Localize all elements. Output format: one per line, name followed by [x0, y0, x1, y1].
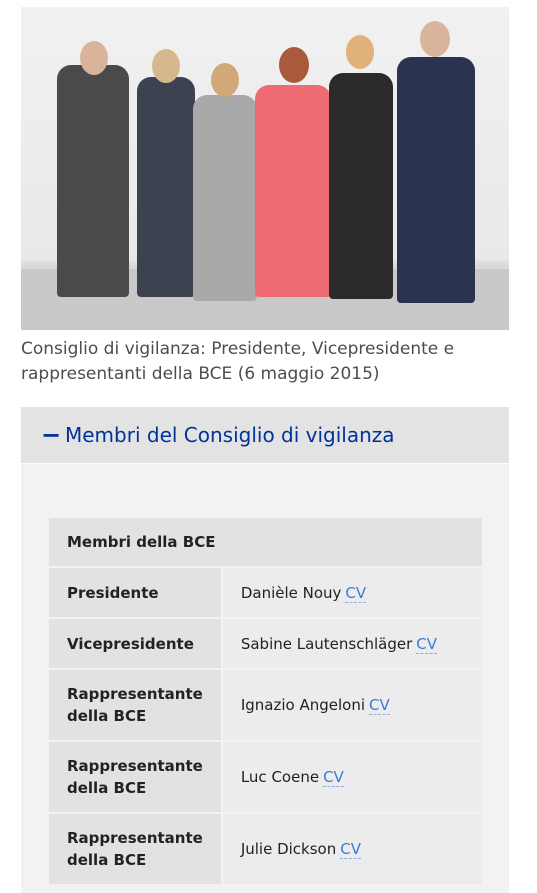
- cv-link[interactable]: CV: [369, 696, 390, 715]
- role-cell: Rappresentante della BCE: [49, 670, 223, 740]
- person-figure: [255, 85, 331, 297]
- member-name: Julie Dickson: [240, 840, 337, 858]
- group-photo: [21, 7, 509, 330]
- person-figure: [329, 73, 393, 299]
- person-head: [80, 41, 108, 75]
- person-head: [152, 49, 180, 83]
- table-header-row: Membri della BCE: [49, 518, 482, 566]
- members-table: Membri della BCE Presidente Danièle Nouy…: [49, 516, 482, 886]
- member-name: Luc Coene: [240, 768, 320, 786]
- person-head: [420, 21, 450, 57]
- name-cell: Julie Dickson CV: [222, 814, 482, 884]
- member-name: Danièle Nouy: [240, 583, 342, 602]
- role-cell: Presidente: [49, 568, 223, 617]
- person-head: [279, 47, 309, 83]
- cv-link[interactable]: CV: [345, 583, 367, 603]
- table-row: Rappresentante della BCE Julie Dickson CV: [49, 814, 482, 884]
- name-cell: Sabine Lautenschläger CV: [222, 619, 482, 668]
- role-cell: Rappresentante della BCE: [49, 742, 223, 812]
- table-header: Membri della BCE: [49, 518, 482, 566]
- table-row: Rappresentante della BCE Luc Coene CV: [49, 742, 482, 812]
- accordion-title: Membri del Consiglio di vigilanza: [65, 423, 395, 447]
- photo-caption: Consiglio di vigilanza: Presidente, Vice…: [21, 339, 455, 384]
- person-figure: [397, 57, 475, 303]
- person-figure: [193, 95, 257, 301]
- name-cell: Ignazio Angeloni CV: [222, 670, 482, 740]
- accordion-header[interactable]: − Membri del Consiglio di vigilanza: [21, 407, 509, 464]
- cv-link[interactable]: CV: [323, 768, 344, 787]
- table-row: Rappresentante della BCE Ignazio Angelon…: [49, 670, 482, 740]
- person-head: [346, 35, 374, 69]
- role-cell: Vicepresidente: [49, 619, 223, 668]
- member-name: Ignazio Angeloni: [240, 696, 365, 714]
- table-row: Presidente Danièle Nouy CV: [49, 568, 482, 617]
- person-figure: [57, 65, 129, 297]
- members-accordion: − Membri del Consiglio di vigilanza Memb…: [21, 407, 509, 893]
- person-figure: [137, 77, 195, 297]
- name-cell: Danièle Nouy CV: [222, 568, 482, 617]
- member-name: Sabine Lautenschläger: [240, 634, 413, 653]
- person-head: [211, 63, 239, 97]
- table-row: Vicepresidente Sabine Lautenschläger CV: [49, 619, 482, 668]
- name-cell: Luc Coene CV: [222, 742, 482, 812]
- cv-link[interactable]: CV: [340, 840, 361, 859]
- collapse-icon[interactable]: −: [41, 421, 65, 449]
- cv-link[interactable]: CV: [416, 634, 438, 654]
- role-cell: Rappresentante della BCE: [49, 814, 223, 884]
